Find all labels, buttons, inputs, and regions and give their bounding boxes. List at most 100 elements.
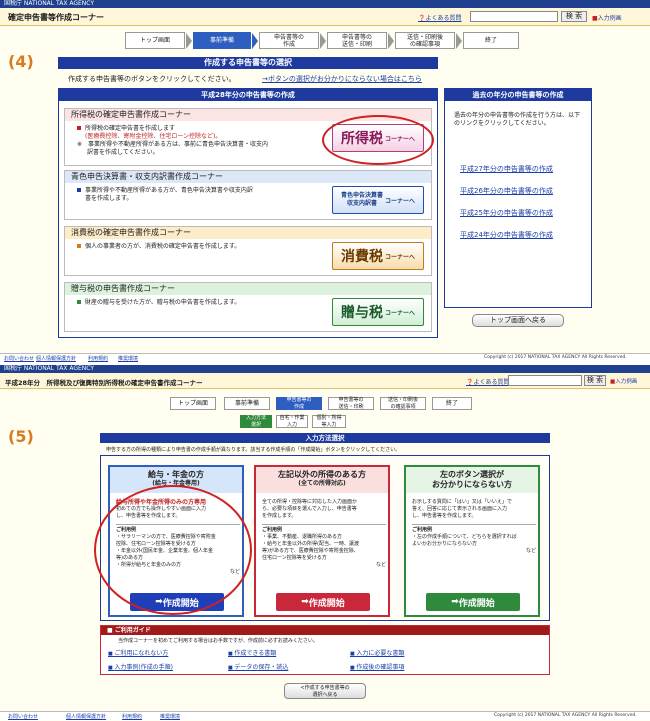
card-unsure-head: 左のボタン選択が お分かりにならない方 xyxy=(406,467,538,493)
gift-tax-desc: 財産の贈与を受けた方が、贈与税の申告書を作成します。 xyxy=(77,299,327,307)
guide-desc: 当作成コーナーを初めてご利用する場合はお手数ですが、作成前に必ずお読みください。 xyxy=(118,638,318,644)
search-button[interactable]: 検 索 xyxy=(561,11,587,22)
input-example-link[interactable]: ■入力例画 xyxy=(610,377,637,385)
bullet-icon xyxy=(77,300,81,304)
back-select-button[interactable]: <作成する申告書等の 選択へ戻る xyxy=(284,683,366,699)
substep-income: 個別・所得 等入力 xyxy=(312,415,346,428)
agency-bar: 国税庁 NATIONAL TAX AGENCY xyxy=(0,365,650,373)
step-prep: 事前準備 xyxy=(224,397,270,410)
step-arrow-icon xyxy=(388,33,394,49)
back-top-button[interactable]: トップ画面へ戻る xyxy=(472,314,564,327)
card-unsure-desc: お示しする質問に「はい」又は「いいえ」で 答え、回答に応じて表示される画面に入力… xyxy=(412,499,536,554)
footer-contact[interactable]: お問い合わせ xyxy=(4,355,34,362)
step-confirm: 送信・印刷後 の確認事項 xyxy=(380,397,426,410)
copyright: Copyright (c) 2017 NATIONAL TAX AGENCY A… xyxy=(494,713,637,718)
step-arrow-icon xyxy=(456,33,462,49)
input-example-link[interactable]: ■入力例画 xyxy=(592,13,622,22)
gift-tax-button[interactable]: 贈与税 コーナーへ xyxy=(332,298,424,326)
card-other-income: 左記以外の所得のある方 (全ての所得対応) 全ての所得・控除等に対応した入力画面か… xyxy=(254,465,390,617)
guide-link-required[interactable]: 入力に必要な書類 xyxy=(350,648,404,657)
consumption-tax-title: 消費税の確定申告書作成コーナー xyxy=(65,227,431,239)
title-bar: 確定申告書等作成コーナー ❓よくある質問 検 索 ■入力例画 xyxy=(0,8,650,26)
copyright: Copyright (c) 2017 NATIONAL TAX AGENCY A… xyxy=(484,355,627,360)
panel-4: 国税庁 NATIONAL TAX AGENCY 確定申告書等作成コーナー ❓よく… xyxy=(0,0,650,362)
step-create: 申告書等の 作成 xyxy=(276,397,322,410)
consumption-tax-button[interactable]: 消費税 コーナーへ xyxy=(332,242,424,270)
start-other-button[interactable]: ➡ 作成開始 xyxy=(276,593,370,611)
main-head: 平成28年分の申告書等の作成 xyxy=(59,89,437,101)
footer-privacy[interactable]: 個人情報保護方針 xyxy=(66,713,106,720)
faq-link[interactable]: ❓よくある質問 xyxy=(418,13,462,22)
method-heading: 入力方法選択 xyxy=(100,433,550,443)
consumption-tax-desc: 個人の事業者の方が、消費税の確定申告書を作成します。 xyxy=(77,243,327,251)
step-end: 終了 xyxy=(463,32,519,49)
card-other-desc: 全ての所得・控除等に対応した入力画面か ら、必要な項目を選んで入力し、申告書等 … xyxy=(262,499,386,568)
step-send: 申告書等の 送信・印刷 xyxy=(327,32,387,49)
blue-return-desc: 事業所得や不動産所得がある方が、青色申告決算書や収支内訳 書を作成します。 xyxy=(77,187,327,203)
title-bar: 平成28年分 所得税及び復興特別所得税の確定申告書作成コーナー ❓よくある質問 … xyxy=(0,373,650,389)
step-confirm: 送信・印刷後 の確認事項 xyxy=(395,32,455,49)
step-top: トップ画面 xyxy=(125,32,185,49)
step-top: トップ画面 xyxy=(170,397,216,410)
search-button[interactable]: 検 索 xyxy=(584,375,606,386)
help-link[interactable]: →ボタンの選択がお分かりにならない場合はこちら xyxy=(262,74,422,84)
bullet-icon xyxy=(77,126,81,130)
substep-method: 入力方法 選択 xyxy=(240,415,272,428)
substep-home: 自宅・作業 入力 xyxy=(276,415,308,428)
past-head: 過去の年分の申告書等の作成 xyxy=(445,89,591,101)
agency-name: 国税庁 NATIONAL TAX AGENCY xyxy=(4,0,95,7)
section-label: (4) xyxy=(8,52,34,71)
past-link-h25[interactable]: 平成25年分の申告書等の作成 xyxy=(460,208,553,218)
step-arrow-icon xyxy=(320,33,326,49)
footer-terms[interactable]: 利用規約 xyxy=(88,355,108,362)
search-input[interactable] xyxy=(470,11,558,22)
agency-name: 国税庁 NATIONAL TAX AGENCY xyxy=(4,365,95,372)
blue-return-title: 青色申告決算書・収支内訳書作成コーナー xyxy=(65,171,431,183)
guide-head: ■ ご利用ガイド xyxy=(101,626,549,635)
footer: お問い合わせ 個人情報保護方針 利用規約 推奨環境 Copyright (c) … xyxy=(0,711,650,720)
bullet-icon xyxy=(77,188,81,192)
guide-link-examples[interactable]: 入力事例(作成の手順) xyxy=(108,662,173,671)
agency-bar: 国税庁 NATIONAL TAX AGENCY xyxy=(0,0,650,8)
step-arrow-icon xyxy=(252,33,258,49)
selection-heading: 作成する申告書等の選択 xyxy=(58,57,438,69)
guide-link-documents[interactable]: 作成できる書類 xyxy=(228,648,276,657)
footer: お問い合わせ 個人情報保護方針 利用規約 推奨環境 Copyright (c) … xyxy=(0,353,650,362)
blue-return-button[interactable]: 青色申告決算書 収支内訳書 コーナーへ xyxy=(332,186,424,214)
footer-terms[interactable]: 利用規約 xyxy=(122,713,142,720)
arrow-right-icon: ➡ xyxy=(301,597,309,607)
guide-link-save-load[interactable]: データの保存・読込 xyxy=(228,662,288,671)
guide-link-after[interactable]: 作成後の確認事項 xyxy=(350,662,404,671)
income-tax-desc: 所得税の確定申告書を作成します (医療費控除、寄附金控除、住宅ローン控除など)。… xyxy=(77,125,269,156)
step-end: 終了 xyxy=(432,397,472,410)
footer-privacy[interactable]: 個人情報保護方針 xyxy=(36,355,76,362)
page-title: 確定申告書等作成コーナー xyxy=(8,13,104,22)
past-link-h26[interactable]: 平成26年分の申告書等の作成 xyxy=(460,186,553,196)
step-prep: 事前準備 xyxy=(193,32,251,49)
highlight-oval xyxy=(322,115,434,165)
footer-env[interactable]: 推奨環境 xyxy=(118,355,138,362)
faq-link[interactable]: ❓よくある質問 xyxy=(466,377,510,386)
instruction: 申告する方の所得の種類により申告書の作成手順が異なります。該当する作成手順の「作… xyxy=(106,447,401,453)
past-link-h27[interactable]: 平成27年分の申告書等の作成 xyxy=(460,164,553,174)
footer-contact[interactable]: お問い合わせ xyxy=(8,713,38,720)
card-other-head: 左記以外の所得のある方 (全ての所得対応) xyxy=(256,467,388,493)
highlight-oval xyxy=(94,485,252,615)
page-title: 平成28年分 所得税及び復興特別所得税の確定申告書作成コーナー xyxy=(5,379,203,387)
search-input[interactable] xyxy=(508,375,582,386)
step-create: 申告書等の 作成 xyxy=(259,32,319,49)
arrow-right-icon: ➡ xyxy=(451,597,459,607)
panel-5: 国税庁 NATIONAL TAX AGENCY 平成28年分 所得税及び復興特別… xyxy=(0,365,650,721)
guide-link-ineligible[interactable]: ご利用になれない方 xyxy=(108,648,168,657)
step-arrow-icon xyxy=(186,33,192,49)
past-desc: 過去の年分の申告書等の作成を行う方は、以下のリンクをクリックしてください。 xyxy=(454,112,581,127)
section-label: (5) xyxy=(8,427,34,446)
step-send: 申告書等の 送信・印刷 xyxy=(328,397,374,410)
instruction: 作成する申告書等のボタンをクリックしてください。 xyxy=(68,75,236,83)
card-unsure: 左のボタン選択が お分かりにならない方 お示しする質問に「はい」又は「いいえ」で … xyxy=(404,465,540,617)
start-unsure-button[interactable]: ➡ 作成開始 xyxy=(426,593,520,611)
gift-tax-title: 贈与税の申告書作成コーナー xyxy=(65,283,431,295)
bullet-icon xyxy=(77,244,81,248)
footer-env[interactable]: 推奨環境 xyxy=(160,713,180,720)
past-link-h24[interactable]: 平成24年分の申告書等の作成 xyxy=(460,230,553,240)
